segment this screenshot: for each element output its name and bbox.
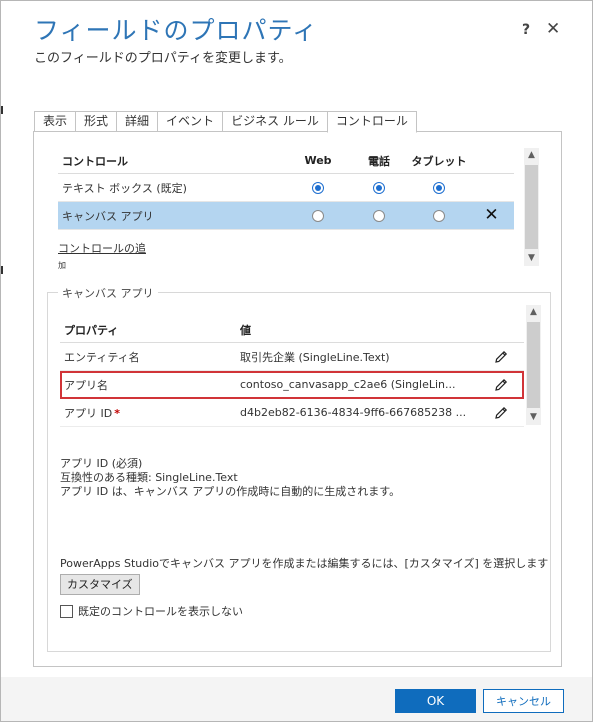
- header-value: 値: [240, 323, 251, 337]
- property-row-entity-name[interactable]: エンティティ名 取引先企業 (SingleLine.Text): [60, 343, 524, 371]
- dialog-footer: OK キャンセル: [1, 677, 592, 721]
- property-info: アプリ ID (必須) 互換性のある種類: SingleLine.Text アプ…: [60, 457, 400, 499]
- controls-table: コントロール Web 電話 タブレット テキスト ボックス (既定) キャンバス…: [58, 148, 514, 230]
- properties-scrollbar[interactable]: ▲ ▼: [526, 305, 541, 425]
- properties-table-header: プロパティ 値: [60, 317, 524, 343]
- scroll-thumb[interactable]: [527, 322, 540, 408]
- tablet-radio[interactable]: [433, 210, 445, 222]
- dialog-subtitle: このフィールドのプロパティを変更します。: [34, 51, 292, 66]
- info-line: 互換性のある種類: SingleLine.Text: [60, 471, 238, 484]
- hide-default-control-option[interactable]: 既定のコントロールを表示しない: [60, 603, 243, 619]
- header-web: Web: [304, 154, 332, 167]
- property-value: d4b2eb82-6136-4834-9ff6-667685238 ...: [240, 406, 467, 419]
- controls-tab-panel: コントロール Web 電話 タブレット テキスト ボックス (既定) キャンバス…: [33, 131, 562, 667]
- header-tablet: タブレット: [411, 154, 467, 168]
- property-row-app-name[interactable]: アプリ名 contoso_canvasapp_c2ae6 (SingleLin.…: [60, 371, 524, 399]
- pencil-icon[interactable]: [493, 349, 509, 365]
- phone-radio[interactable]: [373, 182, 385, 194]
- help-icon[interactable]: ?: [522, 22, 530, 38]
- tab-business-rules[interactable]: ビジネス ルール: [222, 111, 327, 132]
- property-name: アプリ ID: [64, 406, 113, 420]
- cancel-button[interactable]: キャンセル: [483, 689, 564, 713]
- control-name: テキスト ボックス (既定): [62, 181, 187, 195]
- scroll-down-icon[interactable]: ▼: [526, 410, 541, 425]
- info-line: アプリ ID (必須): [60, 457, 143, 470]
- add-control-link-tail: 加: [58, 261, 66, 270]
- web-radio[interactable]: [312, 182, 324, 194]
- scroll-down-icon[interactable]: ▼: [524, 251, 539, 266]
- controls-scrollbar[interactable]: ▲ ▼: [524, 148, 539, 266]
- close-icon[interactable]: ✕: [546, 19, 560, 39]
- pencil-icon[interactable]: [493, 377, 509, 393]
- tab-controls[interactable]: コントロール: [326, 111, 417, 133]
- property-name: アプリ名: [64, 378, 108, 392]
- properties-table: プロパティ 値 エンティティ名 取引先企業 (SingleLine.Text): [60, 317, 524, 427]
- hide-default-label: 既定のコントロールを表示しない: [78, 605, 243, 618]
- field-properties-dialog: フィールドのプロパティ このフィールドのプロパティを変更します。 ? ✕ 表示 …: [0, 0, 593, 722]
- scroll-thumb[interactable]: [525, 165, 538, 249]
- tablet-radio[interactable]: [433, 182, 445, 194]
- header-phone: 電話: [368, 154, 390, 168]
- ok-button[interactable]: OK: [395, 689, 476, 713]
- tab-details[interactable]: 詳細: [116, 111, 158, 132]
- header-control: コントロール: [62, 154, 128, 168]
- property-name: エンティティ名: [64, 350, 140, 364]
- web-radio[interactable]: [312, 210, 324, 222]
- dialog-title: フィールドのプロパティ: [34, 16, 319, 45]
- left-edge-mark: [1, 106, 3, 114]
- property-row-app-id[interactable]: アプリ ID * d4b2eb82-6136-4834-9ff6-66768523…: [60, 399, 524, 427]
- scroll-up-icon[interactable]: ▲: [526, 305, 541, 320]
- add-control-link[interactable]: コントロールの追: [58, 241, 178, 256]
- delete-control-icon[interactable]: ✕: [484, 205, 498, 225]
- canvas-app-section: キャンバス アプリ プロパティ 値 エンティティ名 取引先企業 (SingleL…: [47, 285, 551, 652]
- tab-format[interactable]: 形式: [75, 111, 117, 132]
- section-legend: キャンバス アプリ: [58, 285, 158, 301]
- customize-instructions: PowerApps Studioでキャンバス アプリを作成または編集するには、[…: [60, 557, 549, 570]
- tab-display[interactable]: 表示: [34, 111, 76, 132]
- control-row-textbox[interactable]: テキスト ボックス (既定): [58, 174, 514, 202]
- control-row-canvas-app[interactable]: キャンバス アプリ ✕: [58, 202, 514, 230]
- property-value: contoso_canvasapp_c2ae6 (SingleLin...: [240, 378, 456, 391]
- required-marker: *: [114, 406, 120, 420]
- phone-radio[interactable]: [373, 210, 385, 222]
- scroll-up-icon[interactable]: ▲: [524, 148, 539, 163]
- customize-button[interactable]: カスタマイズ: [60, 574, 140, 595]
- left-edge-mark: [1, 266, 3, 274]
- info-line: アプリ ID は、キャンバス アプリの作成時に自動的に生成されます。: [60, 485, 401, 498]
- pencil-icon[interactable]: [493, 405, 509, 421]
- property-value: 取引先企業 (SingleLine.Text): [240, 350, 390, 364]
- tab-events[interactable]: イベント: [157, 111, 223, 132]
- header-property: プロパティ: [64, 323, 119, 337]
- tab-bar: 表示 形式 詳細 イベント ビジネス ルール コントロール: [34, 111, 417, 133]
- controls-table-header: コントロール Web 電話 タブレット: [58, 148, 514, 174]
- control-name: キャンバス アプリ: [62, 209, 154, 223]
- hide-default-checkbox[interactable]: [60, 604, 73, 618]
